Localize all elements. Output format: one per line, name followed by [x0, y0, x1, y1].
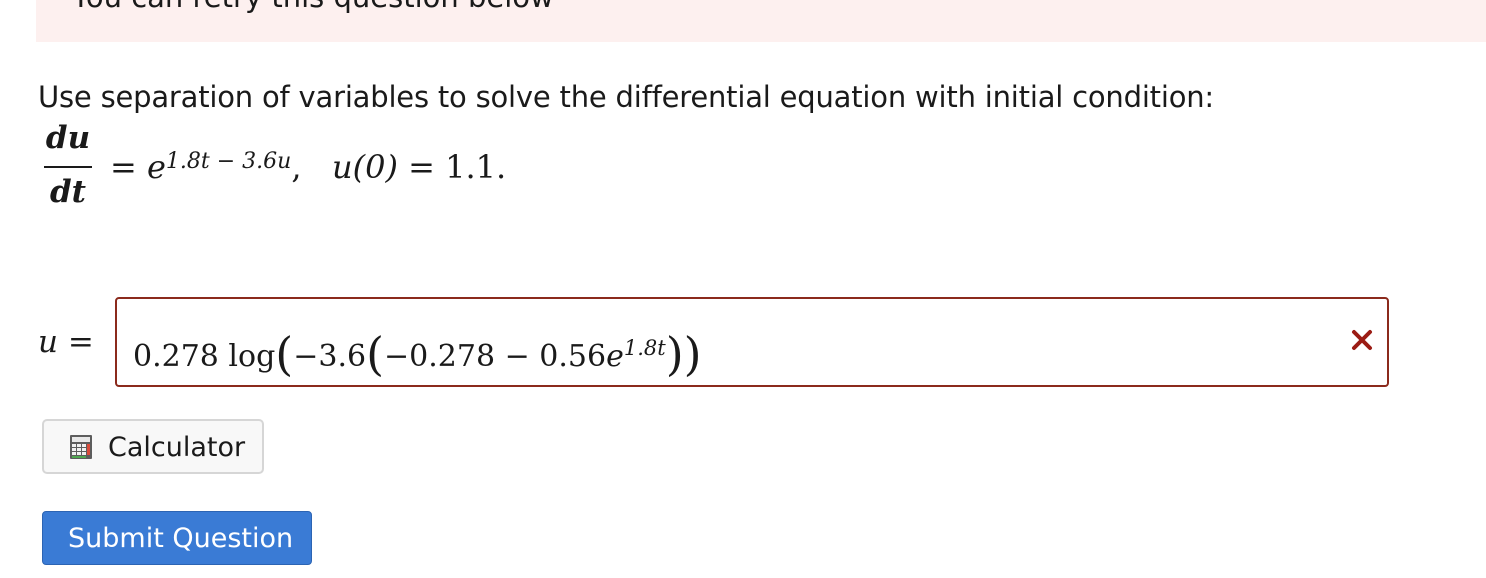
- retry-alert-banner: You can retry this question below: [36, 0, 1486, 42]
- exp-exponent: 1.8t − 3.6u: [165, 149, 292, 174]
- answer-label-text: u =: [38, 324, 94, 360]
- open-paren-inner: (: [366, 327, 385, 381]
- answer-inner-1: −3.6: [293, 339, 367, 374]
- equation-right-side: = e1.8t − 3.6u, u(0) = 1.1.: [110, 148, 506, 186]
- calculator-button-label: Calculator: [108, 432, 246, 463]
- answer-label: u =: [38, 324, 94, 360]
- fraction-denominator: dt: [50, 174, 86, 210]
- answer-coef: 0.278 log: [133, 339, 276, 374]
- initial-value: 1.1.: [445, 148, 507, 186]
- calculator-icon: [70, 435, 92, 459]
- answer-exp-base: e: [606, 339, 624, 374]
- calculator-button[interactable]: Calculator: [42, 419, 264, 474]
- page: You can retry this question below Use se…: [0, 0, 1486, 578]
- fraction-numerator: du: [45, 120, 91, 156]
- incorrect-x-icon: [1352, 330, 1372, 350]
- initial-condition: u(0): [332, 148, 398, 186]
- exp-base: e: [146, 148, 166, 186]
- answer-inner-2: −0.278 − 0.56: [384, 339, 607, 374]
- close-parens: )): [665, 327, 702, 381]
- submit-question-button[interactable]: Submit Question: [42, 511, 312, 565]
- equals-sign: =: [110, 148, 137, 186]
- retry-alert-text: You can retry this question below: [72, 0, 554, 14]
- open-paren-outer: (: [275, 327, 294, 381]
- answer-expression: 0.278 log(−3.6(−0.278 − 0.56e1.8t)): [133, 323, 702, 381]
- submit-question-label: Submit Question: [68, 523, 294, 554]
- question-prompt: Use separation of variables to solve the…: [38, 80, 1214, 114]
- equation-comma: ,: [291, 148, 302, 186]
- initial-equals-sign: =: [408, 148, 435, 186]
- fraction-bar: [44, 166, 92, 168]
- answer-input[interactable]: 0.278 log(−3.6(−0.278 − 0.56e1.8t)): [115, 297, 1389, 387]
- answer-exp-exponent: 1.8t: [623, 336, 666, 360]
- differential-equation: du dt = e1.8t − 3.6u, u(0) = 1.1.: [40, 120, 640, 220]
